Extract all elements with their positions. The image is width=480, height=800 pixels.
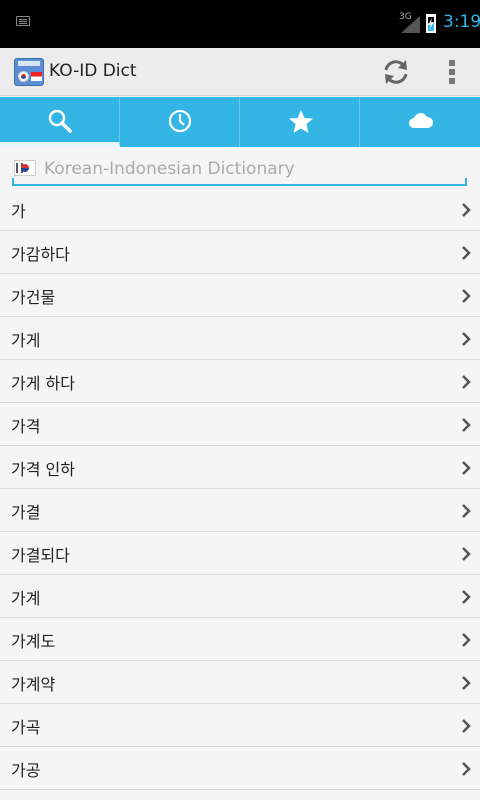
overflow-menu-button[interactable]: [440, 56, 464, 88]
chevron-right-icon: [461, 718, 471, 733]
list-item[interactable]: 가게: [0, 317, 480, 360]
list-item[interactable]: 가: [0, 188, 480, 231]
search-icon: [48, 109, 72, 133]
word-label: 가게: [11, 331, 41, 350]
list-item[interactable]: 가게 하다: [0, 360, 480, 403]
action-bar: KO-ID Dict: [0, 48, 480, 96]
chevron-right-icon: [461, 546, 471, 561]
list-item[interactable]: 가결되다: [0, 532, 480, 575]
chevron-right-icon: [461, 288, 471, 303]
list-item[interactable]: 가곡: [0, 704, 480, 747]
history-clock-icon: [168, 109, 192, 133]
network-type-label: 3G: [399, 12, 412, 22]
word-label: 가건물: [11, 288, 56, 307]
tab-search[interactable]: [0, 97, 120, 147]
battery-icon: [426, 14, 436, 33]
list-item[interactable]: 가격: [0, 403, 480, 446]
word-label: 가곡: [11, 718, 41, 737]
list-item[interactable]: 가결: [0, 489, 480, 532]
search-input[interactable]: [44, 156, 464, 182]
chevron-right-icon: [461, 460, 471, 475]
tab-favorites[interactable]: [240, 97, 360, 147]
app-title: KO-ID Dict: [49, 61, 137, 81]
overflow-menu-icon: [449, 60, 455, 66]
korean-flag-icon[interactable]: [14, 160, 36, 176]
tab-bar: [0, 97, 480, 147]
list-item[interactable]: 가계약: [0, 661, 480, 704]
chevron-right-icon: [461, 202, 471, 217]
cloud-icon: [409, 113, 434, 128]
chevron-right-icon: [461, 589, 471, 604]
search-bar: [12, 152, 467, 186]
chevron-right-icon: [461, 245, 471, 260]
tab-cloud[interactable]: [360, 97, 480, 147]
word-label: 가계약: [11, 675, 56, 694]
signal-icon: 3G: [399, 12, 421, 34]
chevron-right-icon: [461, 761, 471, 776]
word-label: 가격 인하: [11, 460, 75, 479]
word-label: 가계도: [11, 632, 56, 651]
chevron-right-icon: [461, 331, 471, 346]
favorites-star-icon: [289, 110, 313, 133]
chevron-right-icon: [461, 632, 471, 647]
list-item[interactable]: 가계도: [0, 618, 480, 661]
app-logo-icon[interactable]: [14, 58, 44, 86]
word-label: 가결: [11, 503, 41, 522]
word-label: 가결되다: [11, 546, 70, 565]
keyboard-icon: [16, 16, 30, 26]
refresh-button[interactable]: [378, 56, 414, 88]
refresh-icon: [384, 60, 408, 84]
chevron-right-icon: [461, 417, 471, 432]
chevron-right-icon: [461, 374, 471, 389]
word-label: 가격: [11, 417, 41, 436]
word-label: 가: [11, 202, 26, 221]
word-label: 가계: [11, 589, 41, 608]
chevron-right-icon: [461, 675, 471, 690]
chevron-right-icon: [461, 503, 471, 518]
list-item[interactable]: 가건물: [0, 274, 480, 317]
tab-history[interactable]: [120, 97, 240, 147]
word-label: 가공: [11, 761, 41, 780]
clock: 3:19: [443, 12, 480, 32]
list-item[interactable]: 가계: [0, 575, 480, 618]
status-bar: 3G 3:19: [0, 0, 480, 48]
list-item[interactable]: 가감하다: [0, 231, 480, 274]
word-label: 가감하다: [11, 245, 70, 264]
word-list: 가가감하다가건물가게가게 하다가격가격 인하가결가결되다가계가계도가계약가곡가공: [0, 188, 480, 790]
word-label: 가게 하다: [11, 374, 75, 393]
list-item[interactable]: 가공: [0, 747, 480, 790]
list-item[interactable]: 가격 인하: [0, 446, 480, 489]
